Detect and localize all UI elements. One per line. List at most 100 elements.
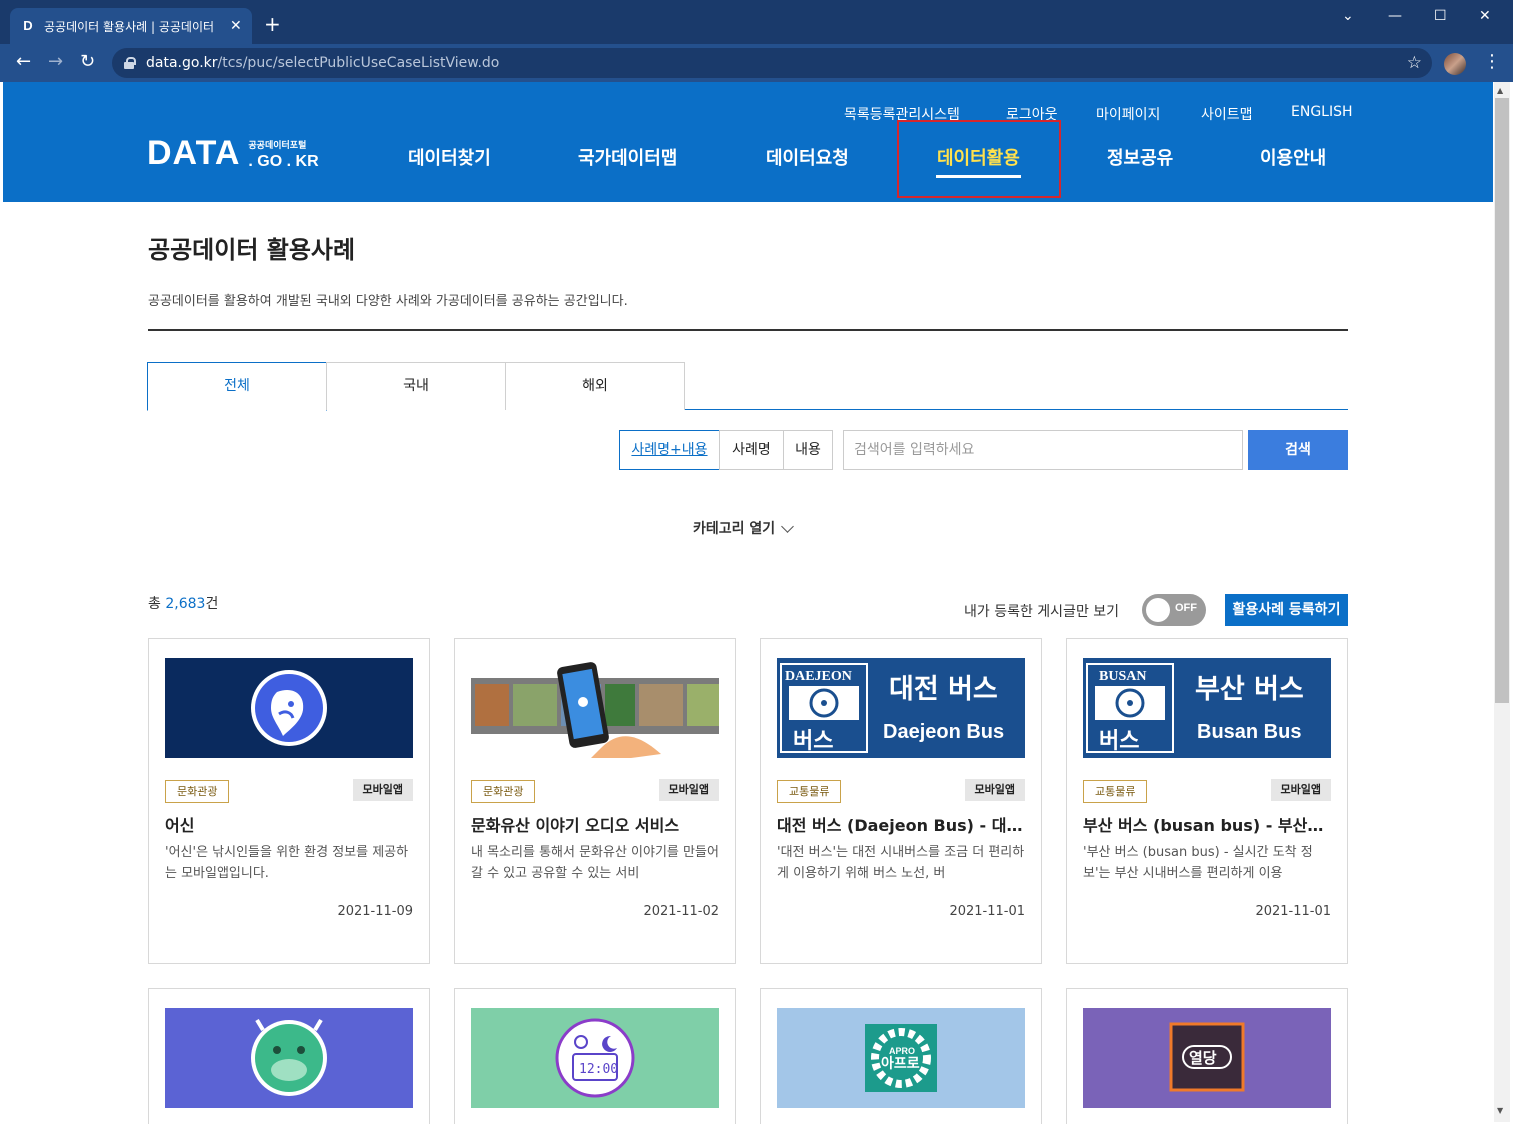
- highlight-box: [897, 120, 1061, 198]
- tab-overseas[interactable]: 해외: [505, 362, 685, 410]
- profile-avatar[interactable]: [1444, 53, 1466, 75]
- util-link-mypage[interactable]: 마이페이지: [1096, 104, 1160, 124]
- window-close-icon[interactable]: ✕: [1479, 8, 1491, 24]
- type-badge: 모바일앱: [1270, 779, 1331, 801]
- address-bar[interactable]: data.go.kr/tcs/puc/selectPublicUseCaseLi…: [112, 48, 1432, 78]
- site-header: 목록등록관리시스템 로그아웃 마이페이지 사이트맵 ENGLISH DATA 공…: [3, 82, 1493, 202]
- site-logo[interactable]: DATA 공공데이터포털 . GO . KR: [147, 136, 319, 170]
- chevron-down-icon: [781, 519, 795, 533]
- gnb-item-find-data[interactable]: 데이터찾기: [408, 144, 491, 170]
- scroll-down-icon[interactable]: ▼: [1497, 1106, 1503, 1115]
- util-link-sitemap[interactable]: 사이트맵: [1201, 104, 1253, 124]
- card-description: '부산 버스 (busan bus) - 실시간 도착 정보'는 부산 시내버스…: [1083, 845, 1313, 881]
- card-title[interactable]: 문화유산 이야기 오디오 서비스: [471, 812, 721, 836]
- url-path: /tcs/puc/selectPublicUseCaseListView.do: [217, 55, 500, 71]
- card-description: '어신'은 낚시인들을 위한 환경 정보를 제공하는 모바일앱입니다.: [165, 845, 409, 881]
- case-card[interactable]: BUSAN 버스 부산 버스 Busan Bus 교통물류 모바일앱 부산 버스…: [1066, 638, 1348, 964]
- browser-tab[interactable]: D 공공데이터 활용사례 | 공공데이터 ✕: [10, 8, 252, 44]
- fish-logo-icon: [165, 658, 413, 758]
- card-date: 2021-11-01: [1255, 904, 1331, 919]
- browser-titlebar: D 공공데이터 활용사례 | 공공데이터 ✕ + ⌄ — ☐ ✕: [0, 0, 1513, 44]
- svg-text:아프로: 아프로: [881, 1055, 920, 1072]
- category-badge: 문화관광: [471, 780, 536, 803]
- back-icon[interactable]: ←: [16, 52, 31, 72]
- url-host: data.go.kr: [146, 55, 218, 71]
- case-card[interactable]: 문화관광 모바일앱 문화유산 이야기 오디오 서비스 내 목소리를 통해서 문화…: [454, 638, 736, 964]
- new-tab-icon[interactable]: +: [264, 14, 281, 34]
- case-card[interactable]: [148, 988, 430, 1124]
- card-description: '대전 버스'는 대전 시내버스를 조금 더 편리하게 이용하기 위해 버스 노…: [777, 845, 1025, 881]
- svg-text:대전 버스: 대전 버스: [889, 674, 998, 705]
- bookmark-star-icon[interactable]: ☆: [1407, 53, 1422, 73]
- filter-name[interactable]: 사례명: [719, 430, 784, 470]
- card-thumbnail: 열당: [1083, 1008, 1331, 1108]
- case-card[interactable]: 12:00: [454, 988, 736, 1124]
- apro-gear-icon: APRO 아프로: [777, 1008, 1025, 1108]
- logo-main-text: DATA: [147, 134, 241, 172]
- card-title[interactable]: 부산 버스 (busan bus) - 부산광역시 버스 도착 정보: [1083, 812, 1333, 836]
- gnb-item-info-share[interactable]: 정보공유: [1107, 144, 1173, 170]
- total-number: 2,683: [165, 596, 206, 612]
- site-favicon-icon: D: [23, 18, 33, 33]
- yeoldang-logo-icon: 열당: [1083, 1008, 1331, 1108]
- cow-face-icon: [165, 1008, 413, 1108]
- my-posts-label: 내가 등록한 게시글만 보기: [964, 604, 1120, 620]
- minimize-icon[interactable]: —: [1388, 8, 1402, 24]
- card-title[interactable]: 대전 버스 (Daejeon Bus) - 대전광역시 버스 도착 정보: [777, 812, 1027, 836]
- maximize-icon[interactable]: ☐: [1434, 8, 1447, 24]
- card-thumbnail: APRO 아프로: [777, 1008, 1025, 1108]
- tab-title: 공공데이터 활용사례 | 공공데이터: [44, 19, 215, 34]
- tab-search-chevron-icon[interactable]: ⌄: [1342, 8, 1354, 24]
- svg-text:DAEJEON: DAEJEON: [785, 669, 852, 684]
- tab-all[interactable]: 전체: [147, 362, 327, 411]
- heritage-phone-icon: [471, 658, 719, 758]
- category-badge: 교통물류: [1083, 780, 1148, 803]
- search-input[interactable]: 검색어를 입력하세요: [843, 430, 1243, 470]
- search-button[interactable]: 검색: [1248, 430, 1348, 470]
- gnb-item-data-request[interactable]: 데이터요청: [766, 144, 849, 170]
- case-card[interactable]: APRO 아프로: [760, 988, 1042, 1124]
- category-toggle-label: 카테고리 열기: [693, 521, 776, 537]
- card-thumbnail: [165, 1008, 413, 1108]
- busan-bus-logo: BUSAN 버스 부산 버스 Busan Bus: [1083, 658, 1331, 758]
- daejeon-bus-logo: DAEJEON 버스 대전 버스 Daejeon Bus: [777, 658, 1025, 758]
- svg-text:12:00: 12:00: [579, 1062, 618, 1077]
- svg-text:버스: 버스: [1099, 729, 1139, 754]
- filter-content[interactable]: 내용: [783, 430, 833, 470]
- filter-name-content[interactable]: 사례명+내용: [619, 430, 720, 470]
- gnb-item-guide[interactable]: 이용안내: [1260, 144, 1326, 170]
- case-card[interactable]: DAEJEON 버스 대전 버스 Daejeon Bus 교통물류 모바일앱 대…: [760, 638, 1042, 964]
- card-date: 2021-11-09: [337, 904, 413, 919]
- toggle-state: OFF: [1175, 602, 1197, 614]
- svg-text:APRO: APRO: [889, 1046, 915, 1056]
- case-card[interactable]: 열당: [1066, 988, 1348, 1124]
- tab-domestic[interactable]: 국내: [326, 362, 506, 410]
- tab-close-icon[interactable]: ✕: [230, 18, 242, 34]
- card-thumbnail: [471, 658, 719, 758]
- util-link-english[interactable]: ENGLISH: [1291, 104, 1353, 120]
- forward-icon[interactable]: →: [48, 52, 63, 72]
- card-title[interactable]: 어신: [165, 812, 415, 836]
- title-divider: [148, 329, 1348, 331]
- card-date: 2021-11-01: [949, 904, 1025, 919]
- logo-small-text: 공공데이터포털: [248, 141, 307, 151]
- reload-icon[interactable]: ↻: [80, 52, 95, 72]
- browser-menu-icon[interactable]: ⋮: [1483, 53, 1501, 71]
- svg-text:Daejeon Bus: Daejeon Bus: [883, 721, 1004, 743]
- page-title: 공공데이터 활용사례: [148, 236, 356, 264]
- category-toggle-button[interactable]: 카테고리 열기: [693, 518, 795, 538]
- toggle-knob: [1146, 598, 1170, 622]
- svg-text:버스: 버스: [793, 729, 833, 754]
- card-thumbnail: [165, 658, 413, 758]
- gnb-item-national-data-map[interactable]: 국가데이터맵: [578, 144, 677, 170]
- register-case-button[interactable]: 활용사례 등록하기: [1225, 594, 1348, 626]
- my-posts-toggle[interactable]: OFF: [1142, 594, 1206, 626]
- lock-icon: [124, 57, 136, 69]
- card-thumbnail: 12:00: [471, 1008, 719, 1108]
- total-suffix: 건: [205, 596, 219, 612]
- scroll-up-icon[interactable]: ▲: [1497, 86, 1503, 95]
- scrollbar-thumb[interactable]: [1495, 98, 1509, 703]
- browser-toolbar: ← → ↻ data.go.kr/tcs/puc/selectPublicUse…: [0, 44, 1513, 82]
- case-card[interactable]: 문화관광 모바일앱 어신 '어신'은 낚시인들을 위한 환경 정보를 제공하는 …: [148, 638, 430, 964]
- category-badge: 문화관광: [165, 780, 230, 803]
